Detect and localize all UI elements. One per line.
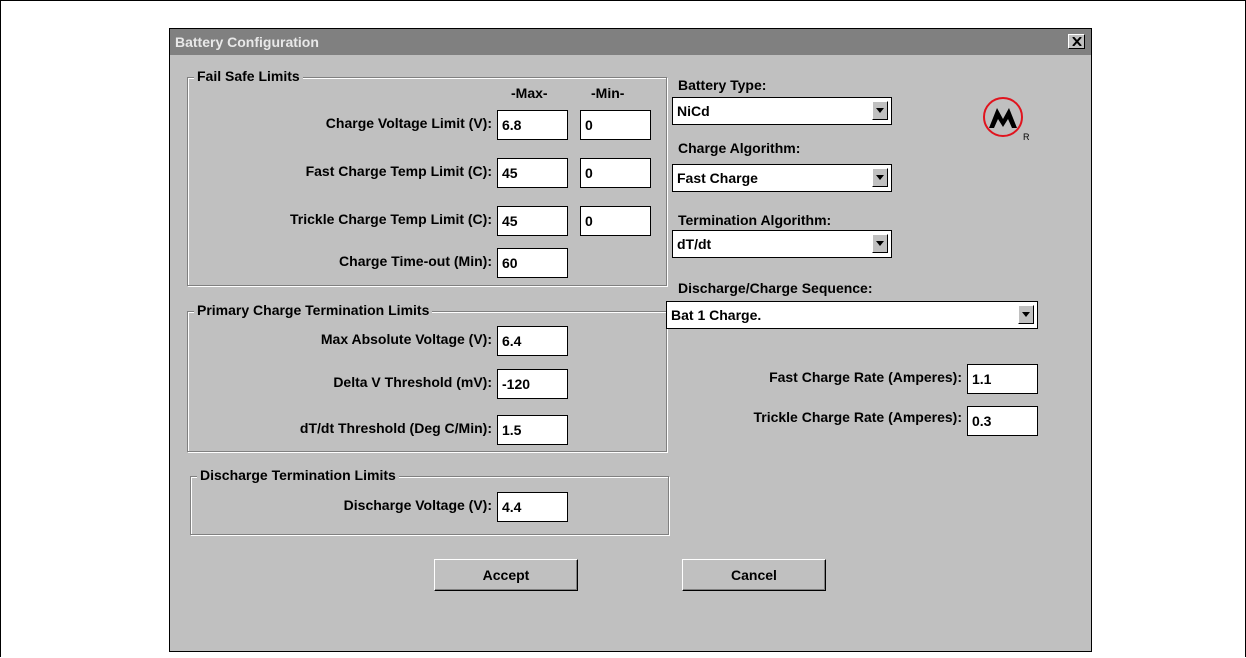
charge-timeout-input[interactable]: 60 [497, 248, 568, 278]
charge-algorithm-dropdown-button[interactable] [872, 168, 888, 187]
fast-charge-temp-limit-label: Fast Charge Temp Limit (C): [305, 163, 492, 179]
discharge-charge-sequence-value: Bat 1 Charge. [671, 307, 762, 323]
trickle-charge-temp-min-input[interactable]: 0 [580, 206, 651, 236]
accept-button[interactable]: Accept [434, 559, 578, 591]
dtdt-threshold-input[interactable]: 1.5 [497, 415, 568, 445]
charge-voltage-limit-label: Charge Voltage Limit (V): [325, 115, 492, 131]
charge-timeout-label: Charge Time-out (Min): [339, 253, 492, 269]
fast-charge-rate-input[interactable]: 1.1 [967, 364, 1038, 394]
termination-algorithm-dropdown-button[interactable] [872, 234, 888, 253]
trickle-charge-rate-input[interactable]: 0.3 [967, 406, 1038, 436]
fast-charge-rate-label: Fast Charge Rate (Amperes): [769, 369, 962, 385]
discharge-voltage-label: Discharge Voltage (V): [343, 497, 492, 513]
fast-charge-temp-min-input[interactable]: 0 [580, 158, 651, 188]
trickle-charge-temp-max-input[interactable]: 45 [497, 206, 568, 236]
termination-algorithm-select[interactable]: dT/dt [672, 230, 892, 258]
charge-voltage-min-input[interactable]: 0 [580, 110, 651, 140]
discharge-termination-legend: Discharge Termination Limits [197, 467, 399, 483]
microchip-logo-icon: R [983, 97, 1030, 142]
battery-type-value: NiCd [677, 103, 710, 119]
charge-algorithm-value: Fast Charge [677, 170, 758, 186]
charge-voltage-max-input[interactable]: 6.8 [497, 110, 568, 140]
chevron-down-icon [1022, 312, 1030, 317]
battery-type-select[interactable]: NiCd [672, 97, 892, 125]
charge-algorithm-select[interactable]: Fast Charge [672, 164, 892, 192]
close-button[interactable] [1068, 34, 1085, 49]
discharge-voltage-input[interactable]: 4.4 [497, 492, 568, 522]
chevron-down-icon [876, 241, 884, 246]
cancel-button[interactable]: Cancel [682, 559, 826, 591]
max-absolute-voltage-label: Max Absolute Voltage (V): [320, 331, 492, 347]
close-icon [1072, 37, 1082, 46]
primary-termination-legend: Primary Charge Termination Limits [194, 302, 433, 318]
termination-algorithm-label: Termination Algorithm: [678, 212, 832, 228]
title-bar[interactable]: Battery Configuration [170, 29, 1091, 55]
trickle-charge-rate-label: Trickle Charge Rate (Amperes): [753, 409, 962, 425]
dtdt-threshold-label: dT/dt Threshold (Deg C/Min): [299, 420, 492, 436]
fail-safe-legend: Fail Safe Limits [194, 68, 303, 84]
delta-v-threshold-label: Delta V Threshold (mV): [333, 374, 492, 390]
battery-type-dropdown-button[interactable] [872, 101, 888, 120]
min-column-header: -Min- [591, 85, 625, 101]
discharge-charge-sequence-select[interactable]: Bat 1 Charge. [666, 301, 1038, 329]
window-title: Battery Configuration [175, 34, 319, 50]
battery-config-dialog: Battery Configuration Fail Safe Limits -… [169, 28, 1092, 652]
logo-registered-mark: R [1023, 132, 1030, 142]
termination-algorithm-value: dT/dt [677, 236, 712, 252]
delta-v-threshold-input[interactable]: -120 [497, 369, 568, 399]
trickle-charge-temp-limit-label: Trickle Charge Temp Limit (C): [290, 211, 492, 227]
chevron-down-icon [876, 108, 884, 113]
chevron-down-icon [876, 175, 884, 180]
battery-type-label: Battery Type: [678, 77, 767, 93]
fast-charge-temp-max-input[interactable]: 45 [497, 158, 568, 188]
discharge-charge-sequence-label: Discharge/Charge Sequence: [678, 280, 873, 296]
max-column-header: -Max- [511, 85, 548, 101]
max-absolute-voltage-input[interactable]: 6.4 [497, 326, 568, 356]
charge-algorithm-label: Charge Algorithm: [678, 140, 801, 156]
sequence-dropdown-button[interactable] [1018, 305, 1034, 324]
